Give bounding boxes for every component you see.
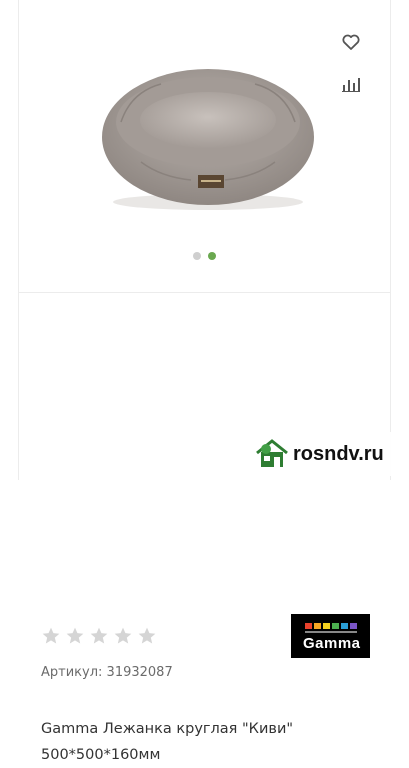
product-title-line2: 500*500*160мм	[41, 747, 161, 763]
product-title-line1: Gamma Лежанка круглая "Киви"	[41, 721, 294, 737]
brand-logo-text: Gamma	[303, 635, 361, 652]
article-number: Артикул: 31932087	[41, 665, 173, 680]
site-watermark: rosndv.ru	[251, 432, 409, 476]
compare-button[interactable]	[338, 71, 364, 97]
article-label: Артикул:	[41, 665, 103, 680]
star-icon	[138, 627, 156, 644]
heart-icon	[342, 34, 360, 50]
article-value: 31932087	[106, 665, 173, 680]
watermark-text: rosndv.ru	[293, 442, 384, 465]
star-icon	[90, 627, 108, 644]
brand-logo[interactable]: Gamma	[291, 614, 370, 658]
product-image[interactable]	[101, 62, 316, 212]
product-gallery-card	[18, 0, 391, 293]
star-icon	[42, 627, 60, 644]
rating-stars[interactable]	[41, 626, 157, 646]
star-icon	[66, 627, 84, 644]
brand-logo-tiles	[305, 623, 357, 629]
gallery-dot-2[interactable]	[208, 252, 216, 260]
star-icon	[114, 627, 132, 644]
gallery-dot-1[interactable]	[193, 252, 201, 260]
gallery-pagination	[193, 252, 216, 260]
bar-chart-icon	[342, 78, 360, 92]
house-icon	[256, 439, 288, 467]
brand-logo-tagline	[305, 631, 357, 633]
favorite-button[interactable]	[338, 29, 364, 55]
product-title[interactable]: Gamma Лежанка круглая "Киви" 500*500*160…	[41, 716, 381, 768]
